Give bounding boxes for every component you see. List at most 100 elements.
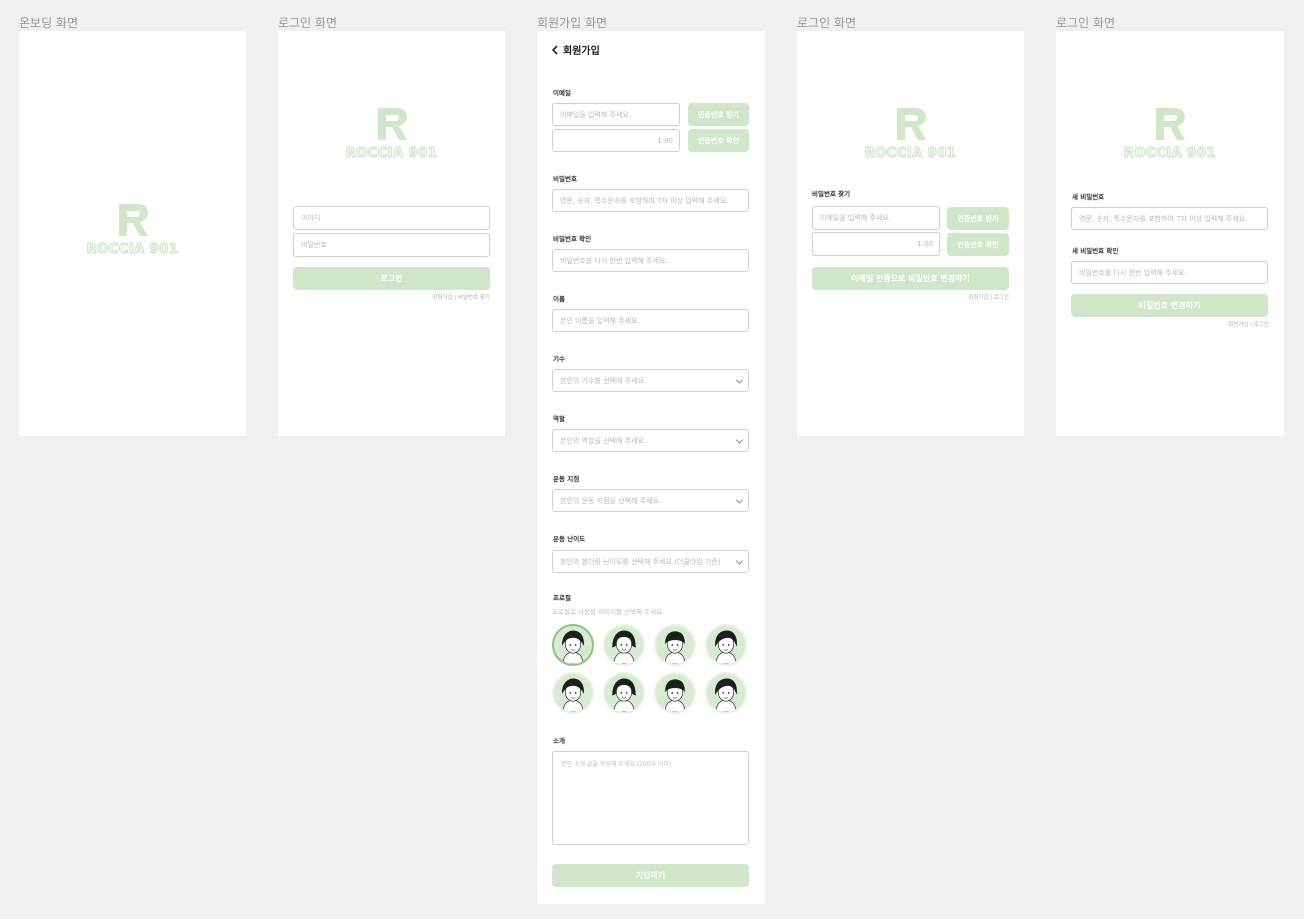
name-input-placeholder: 본인 이름을 입력해 주세요.	[560, 316, 640, 325]
new-password-placeholder: 영문, 숫자, 특수문자를 포함하여 7자 이상 입력해 주세요.	[1079, 214, 1248, 223]
profile-label: 프로필	[553, 594, 571, 602]
change-password-via-email-button[interactable]: 이메일 인증으로 비밀번호 변경하기	[812, 267, 1009, 290]
frame-title-reset-password: 로그인 화면	[1056, 16, 1116, 30]
profile-avatar-option[interactable]	[603, 624, 645, 666]
signup-screen: 회원가입 이메일 이메일을 입력해 주세요. 인증번호 받기 1:00 인증번호…	[537, 31, 765, 904]
auth-links[interactable]: 회원가입 | 비밀번호 찾기	[432, 293, 490, 301]
frame-title-find-password: 로그인 화면	[797, 16, 857, 30]
chevron-down-icon	[735, 375, 744, 384]
intro-label: 소개	[553, 737, 565, 745]
role-select[interactable]: 본인의 역할을 선택해 주세요.	[552, 429, 749, 452]
find-password-email-placeholder: 이메일을 입력해 주세요.	[820, 214, 892, 222]
person-avatar-icon	[562, 678, 584, 712]
password-label: 비밀번호	[553, 175, 577, 183]
password-confirm-placeholder: 비밀번호를 다시 한번 입력해 주세요.	[560, 256, 668, 265]
profile-avatar-option[interactable]	[654, 624, 696, 666]
page-title: 회원가입	[563, 46, 600, 57]
roccia-logo-icon	[896, 108, 926, 140]
new-password-label: 새 비밀번호	[1072, 193, 1105, 201]
id-input-placeholder: 아이디	[301, 214, 321, 222]
difficulty-select-placeholder: 본인의 볼더링 난이도를 선택해 주세요.(더클라임 기준)	[560, 557, 721, 566]
generation-select[interactable]: 본인의 기수를 선택해 주세요.	[552, 369, 749, 392]
person-avatar-icon	[612, 630, 636, 664]
new-password-confirm-input[interactable]: 비밀번호를 다시 한번 입력해 주세요.	[1071, 261, 1268, 284]
role-label: 역할	[553, 415, 565, 423]
auth-links[interactable]: 회원가입 | 로그인	[968, 293, 1009, 301]
verify-code-button[interactable]: 인증번호 확인	[947, 233, 1009, 256]
code-timer: 1:00	[917, 240, 933, 248]
app-logo: ROCCIA 901	[278, 106, 505, 162]
branch-select-placeholder: 본인의 운동 지점을 선택해 주세요.	[560, 496, 662, 505]
logo-text: ROCCIA 901	[86, 241, 179, 257]
intro-textarea-placeholder: 본인 소개 글을 작성해 주세요.(200자 이하)	[561, 761, 672, 768]
new-password-confirm-label: 새 비밀번호 확인	[1072, 247, 1119, 255]
password-confirm-label: 비밀번호 확인	[553, 235, 592, 243]
new-password-confirm-placeholder: 비밀번호를 다시 한번 입력해 주세요.	[1079, 268, 1187, 277]
chevron-down-icon	[735, 556, 744, 565]
signup-submit-button[interactable]: 가입하기	[552, 864, 749, 887]
frame-title-onboarding: 온보딩 화면	[19, 16, 79, 30]
app-logo: ROCCIA 901	[1056, 106, 1284, 162]
verify-code-button[interactable]: 인증번호 확인	[688, 129, 749, 152]
email-input[interactable]: 이메일을 입력해 주세요.	[552, 103, 680, 126]
email-label: 이메일	[553, 89, 571, 97]
profile-avatar-option[interactable]	[603, 672, 645, 714]
branch-label: 운동 지점	[553, 475, 580, 483]
back-chevron-icon[interactable]	[551, 44, 559, 55]
frame-title-login: 로그인 화면	[278, 16, 338, 30]
role-select-placeholder: 본인의 역할을 선택해 주세요.	[560, 436, 647, 445]
name-input[interactable]: 본인 이름을 입력해 주세요.	[552, 309, 749, 332]
id-input[interactable]: 아이디	[293, 206, 490, 230]
difficulty-select[interactable]: 본인의 볼더링 난이도를 선택해 주세요.(더클라임 기준)	[552, 550, 749, 573]
logo-text: ROCCIA 901	[1124, 145, 1216, 161]
profile-avatar-option[interactable]	[552, 672, 594, 714]
auth-links[interactable]: 회원가입 | 로그인	[1228, 320, 1269, 328]
roccia-logo-icon	[1156, 108, 1185, 140]
password-input-placeholder: 비밀번호	[301, 241, 327, 249]
code-timer: 1:00	[657, 136, 673, 145]
app-logo: ROCCIA 901	[797, 106, 1024, 162]
frame-title-signup: 회원가입 화면	[537, 16, 608, 30]
login-button[interactable]: 로그인	[293, 267, 490, 290]
difficulty-label: 운동 난이도	[553, 535, 586, 543]
reset-password-screen: ROCCIA 901 새 비밀번호 영문, 숫자, 특수문자를 포함하여 7자 …	[1056, 31, 1284, 436]
branch-select[interactable]: 본인의 운동 지점을 선택해 주세요.	[552, 489, 749, 512]
intro-textarea[interactable]: 본인 소개 글을 작성해 주세요.(200자 이하)	[552, 751, 749, 845]
change-password-button[interactable]: 비밀번호 변경하기	[1071, 294, 1268, 317]
profile-avatar-option[interactable]	[705, 624, 747, 666]
roccia-logo-icon	[377, 108, 407, 140]
person-avatar-icon	[664, 679, 686, 712]
email-input-placeholder: 이메일을 입력해 주세요.	[560, 110, 632, 119]
password-confirm-input[interactable]: 비밀번호를 다시 한번 입력해 주세요.	[552, 249, 749, 272]
person-avatar-icon	[664, 631, 686, 664]
person-avatar-icon	[612, 678, 636, 712]
verification-code-input[interactable]: 1:00	[552, 129, 680, 152]
person-avatar-icon	[715, 630, 737, 664]
app-logo: ROCCIA 901	[19, 202, 246, 258]
chevron-down-icon	[735, 435, 744, 444]
new-password-input[interactable]: 영문, 숫자, 특수문자를 포함하여 7자 이상 입력해 주세요.	[1071, 207, 1268, 230]
verification-code-input[interactable]: 1:00	[812, 232, 940, 256]
generation-label: 기수	[553, 355, 565, 363]
chevron-down-icon	[735, 495, 744, 504]
password-input[interactable]: 영문, 숫자, 특수문자를 포함하여 7자 이상 입력해 주세요.	[552, 189, 749, 212]
profile-avatar-option[interactable]	[654, 672, 696, 714]
person-avatar-icon	[562, 630, 584, 664]
profile-avatar-option[interactable]	[552, 624, 594, 666]
find-password-screen: ROCCIA 901 비밀번호 찾기 이메일을 입력해 주세요. 인증번호 받기…	[797, 31, 1024, 436]
onboarding-screen: ROCCIA 901	[19, 31, 246, 436]
generation-select-placeholder: 본인의 기수를 선택해 주세요.	[560, 376, 647, 385]
send-code-button[interactable]: 인증번호 받기	[688, 103, 749, 126]
password-input-placeholder: 영문, 숫자, 특수문자를 포함하여 7자 이상 입력해 주세요.	[560, 196, 729, 205]
logo-text: ROCCIA 901	[864, 145, 957, 161]
profile-avatar-option[interactable]	[705, 672, 747, 714]
find-password-label: 비밀번호 찾기	[812, 190, 851, 198]
signup-header: 회원가입	[551, 42, 600, 57]
person-avatar-icon	[715, 678, 737, 712]
password-input[interactable]: 비밀번호	[293, 233, 490, 257]
profile-description: 프로필로 사용할 이미지를 선택해 주세요.	[552, 608, 664, 616]
send-code-button[interactable]: 인증번호 받기	[947, 207, 1009, 230]
logo-text: ROCCIA 901	[345, 145, 438, 161]
find-password-email-input[interactable]: 이메일을 입력해 주세요.	[812, 206, 940, 230]
name-label: 이름	[553, 295, 565, 303]
